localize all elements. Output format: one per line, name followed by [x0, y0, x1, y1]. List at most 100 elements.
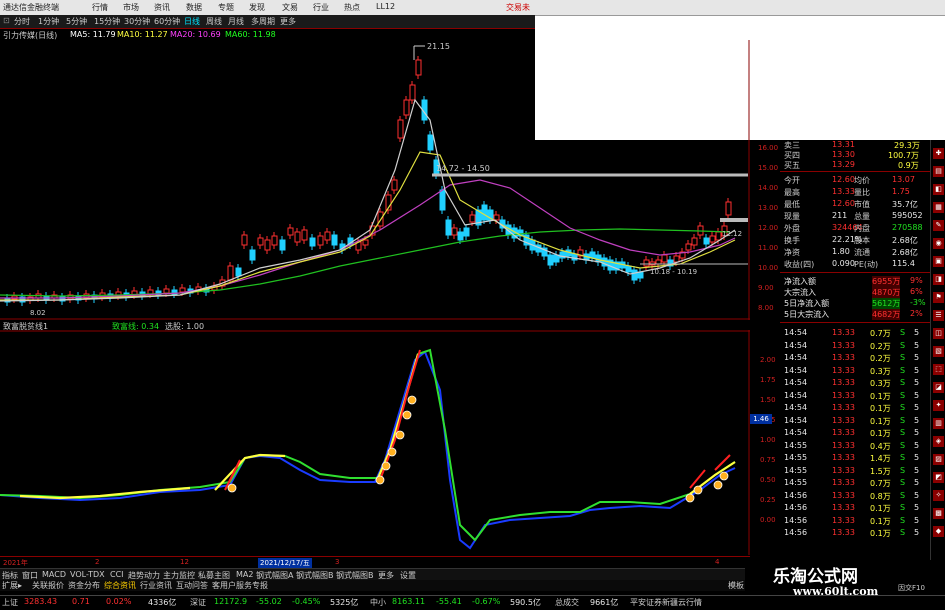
- candle: [655, 259, 662, 265]
- side-icon-3[interactable]: ◧: [933, 184, 944, 195]
- quote-label: 内盘: [854, 224, 870, 233]
- info-tab[interactable]: 资金分布: [68, 580, 100, 591]
- ma5-line: [0, 98, 736, 302]
- index-name[interactable]: 中小: [370, 597, 386, 608]
- tick-volume: 0.7万: [870, 479, 891, 488]
- tick-count: 5: [914, 515, 920, 525]
- info-tab[interactable]: 扩展▸: [2, 580, 22, 591]
- tick-side: S: [900, 415, 906, 425]
- tick-time: 14:54: [784, 415, 808, 425]
- side-icon-8[interactable]: ◨: [933, 274, 944, 285]
- info-tab[interactable]: 综合资讯: [104, 580, 136, 591]
- side-icon-5[interactable]: ✎: [933, 220, 944, 231]
- side-icon-15[interactable]: ✦: [933, 400, 944, 411]
- side-icon-18[interactable]: ▨: [933, 454, 944, 465]
- tick-count: 5: [914, 353, 920, 362]
- index-name[interactable]: 上证: [2, 597, 18, 608]
- tab-15min[interactable]: 15分钟: [94, 16, 120, 27]
- side-icon-14[interactable]: ◪: [933, 382, 944, 393]
- menu-item[interactable]: 市场: [123, 2, 139, 13]
- side-icon-12[interactable]: ▧: [933, 346, 944, 357]
- tab-1min[interactable]: 1分钟: [38, 16, 59, 27]
- tick-volume: 0.4万: [870, 441, 891, 451]
- quote-label: 市值: [854, 200, 870, 209]
- menu-item[interactable]: 发现: [249, 2, 265, 13]
- tab-more[interactable]: 更多: [280, 16, 296, 27]
- side-icon-19[interactable]: ◩: [933, 472, 944, 483]
- index-pct: 0.02%: [106, 597, 132, 606]
- tick-count: 5: [914, 465, 920, 475]
- signal-markers: [227, 395, 729, 503]
- side-icon-2[interactable]: ▤: [933, 166, 944, 177]
- candle: [235, 267, 242, 277]
- tick-count: 5: [914, 328, 920, 337]
- tick-side: S: [900, 515, 906, 525]
- menu-item[interactable]: LL12: [376, 2, 395, 11]
- candle: [309, 237, 316, 247]
- tab-60min[interactable]: 60分钟: [154, 16, 180, 27]
- quote-value: 12.60: [832, 199, 855, 208]
- tick-time: 14:54: [784, 403, 808, 412]
- candle: [445, 219, 452, 236]
- side-icon-21[interactable]: ▩: [933, 508, 944, 519]
- tick-side: S: [900, 353, 906, 362]
- side-icon-6[interactable]: ◉: [933, 238, 944, 249]
- side-icon-7[interactable]: ▣: [933, 256, 944, 267]
- index-name[interactable]: 深证: [190, 597, 206, 608]
- ma-legend: 引力传媒(日线) MA5: 11.79 MA10: 11.27 MA20: 10…: [0, 29, 750, 40]
- side-icon-10[interactable]: ☰: [933, 310, 944, 321]
- toolbar-item[interactable]: MACD: [42, 570, 66, 579]
- template-button[interactable]: 模板: [728, 580, 744, 591]
- toolbar-item[interactable]: CCI: [110, 570, 124, 579]
- candle: [397, 119, 404, 139]
- info-tab[interactable]: 关联报价: [32, 580, 64, 591]
- side-icon-20[interactable]: ✧: [933, 490, 944, 501]
- candlestick-chart[interactable]: 21.15 14.72 - 14.50 10.18 - 10.19 12.12 …: [0, 40, 750, 320]
- info-tab[interactable]: 行业资讯: [140, 580, 172, 591]
- side-icon-22[interactable]: ◆: [933, 526, 944, 537]
- candle: [301, 229, 308, 241]
- toolbar-item[interactable]: VOL-TDX: [70, 570, 105, 579]
- candle: [457, 231, 464, 241]
- candle: [317, 235, 324, 246]
- info-tab[interactable]: 互动问答: [176, 580, 208, 591]
- tick-time: 14:55: [784, 440, 808, 450]
- side-icon-1[interactable]: ✚: [933, 148, 944, 159]
- tab-multi-period[interactable]: 多周期: [251, 16, 275, 27]
- tab-weekly[interactable]: 周线: [206, 16, 222, 27]
- tick-price: 13.33: [832, 528, 855, 537]
- toolbar-item[interactable]: MA2: [236, 570, 253, 579]
- tick-time: 14:54: [784, 390, 808, 400]
- trade-label[interactable]: 交易未: [506, 2, 530, 13]
- side-icon-9[interactable]: ⚑: [933, 292, 944, 303]
- tab-intraday[interactable]: 分时: [14, 16, 30, 27]
- menu-item[interactable]: 热点: [344, 2, 360, 13]
- menu-item[interactable]: 文易: [282, 2, 298, 13]
- info-tab[interactable]: 客用户服务专报: [212, 580, 268, 591]
- menu-item[interactable]: 行情: [92, 2, 108, 13]
- menu-item[interactable]: 数据: [186, 2, 202, 13]
- tab-monthly[interactable]: 月线: [228, 16, 244, 27]
- low-annotation: 10.18 - 10.19: [650, 268, 697, 276]
- side-icon-16[interactable]: ▥: [933, 418, 944, 429]
- tick-price: 13.33: [832, 478, 855, 487]
- ma5-label: MA5: 11.79: [70, 30, 116, 39]
- menu-item[interactable]: 专题: [218, 2, 234, 13]
- indicator-chart[interactable]: [0, 330, 750, 555]
- tab-daily[interactable]: 日线: [184, 16, 200, 27]
- tab-5min[interactable]: 5分钟: [66, 16, 87, 27]
- side-icon-17[interactable]: ◈: [933, 436, 944, 447]
- tab-toggle-icon[interactable]: ⊡: [3, 16, 10, 25]
- candle: [403, 99, 410, 116]
- tab-30min[interactable]: 30分钟: [124, 16, 150, 27]
- title-bar: 通达信金融终端 行情 市场 资讯 数据 专题 发现 文易 行业 热点 LL12 …: [0, 0, 945, 16]
- side-icon-13[interactable]: ⬚: [933, 364, 944, 375]
- side-icon-4[interactable]: ▦: [933, 202, 944, 213]
- status-bar: 上证 3283.43 0.71 0.02% 4336亿 深证 12172.9 -…: [0, 595, 945, 610]
- menu-item[interactable]: 行业: [313, 2, 329, 13]
- tick-count: 5: [914, 490, 920, 500]
- side-icon-11[interactable]: ◫: [933, 328, 944, 339]
- tick-volume: 0.2万: [870, 354, 891, 363]
- menu-item[interactable]: 资讯: [154, 2, 170, 13]
- candle: [391, 179, 398, 191]
